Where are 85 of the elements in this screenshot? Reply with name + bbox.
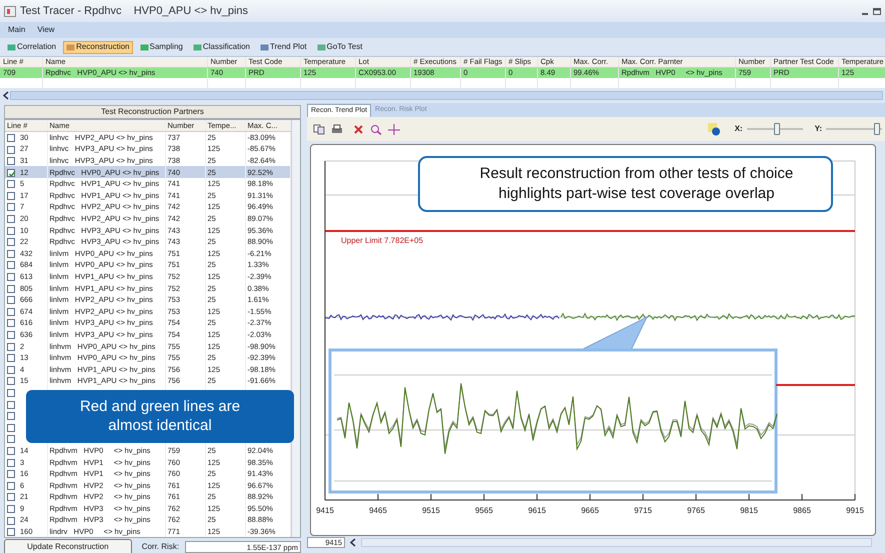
slider[interactable] <box>826 122 882 136</box>
square-icon <box>140 42 148 52</box>
axis-label: 9865 <box>793 506 811 515</box>
panel-title: Test Reconstruction Partners <box>4 105 301 119</box>
checkbox[interactable] <box>7 238 15 246</box>
slider[interactable] <box>746 122 803 136</box>
checkbox[interactable] <box>7 146 15 154</box>
checkbox[interactable] <box>7 388 15 397</box>
axis-label: 9515 <box>422 506 440 515</box>
checkbox[interactable] <box>7 493 15 502</box>
slider-thumb[interactable] <box>874 123 880 135</box>
scroll-left-icon[interactable] <box>2 91 10 100</box>
axis-label: 9915 <box>846 506 864 515</box>
upper-limit-label: Upper Limit 7.782E+05 <box>341 236 424 245</box>
checkbox[interactable] <box>7 134 15 142</box>
square-icon <box>66 42 76 52</box>
delete-icon[interactable] <box>353 124 364 134</box>
checkbox[interactable] <box>7 226 15 235</box>
checkbox[interactable] <box>7 446 15 455</box>
window-title: Test Tracer - Rpdhvc HVP0_APU <> hv_pins <box>20 4 248 19</box>
checkbox[interactable] <box>7 250 15 258</box>
callout: Red and green lines are almost identical <box>26 390 294 443</box>
axis-label: 9715 <box>634 506 652 515</box>
square-icon <box>7 42 16 52</box>
axis-label: 9565 <box>475 506 493 515</box>
checkbox[interactable] <box>7 504 15 513</box>
slider-label: Y: <box>814 123 822 135</box>
zoom-icon[interactable] <box>370 124 382 134</box>
copy-icon[interactable] <box>313 124 325 134</box>
toolbar-button[interactable]: Correlation <box>4 40 60 54</box>
checkbox[interactable] <box>7 366 15 374</box>
axis-label: 9665 <box>581 506 599 515</box>
toolbar-button[interactable]: Reconstruction <box>63 40 132 54</box>
toolbar-button[interactable]: GoTo Test <box>314 40 366 54</box>
axis-label: 9415 <box>316 506 334 515</box>
axis-label: 9465 <box>369 506 387 515</box>
slider-thumb[interactable] <box>774 123 780 135</box>
square-icon <box>192 42 202 52</box>
horizontal-scrollbar[interactable] <box>361 538 872 547</box>
callout: Result reconstruction from other tests of choice highlights part-wise test coverage overlap <box>418 156 833 212</box>
corr-risk-label: Corr. Risk: <box>142 541 180 553</box>
checkbox[interactable] <box>7 482 15 490</box>
checkbox[interactable] <box>7 203 15 212</box>
checkbox[interactable] <box>7 168 15 177</box>
help-icon[interactable] <box>706 122 721 136</box>
checkbox[interactable] <box>7 331 15 339</box>
checkbox[interactable] <box>7 528 15 536</box>
checkbox[interactable] <box>7 458 15 467</box>
axis-label: 9765 <box>687 506 705 515</box>
update-reconstruction-button[interactable]: Update Reconstruction <box>4 539 132 553</box>
checkbox[interactable] <box>7 296 15 304</box>
checkbox[interactable] <box>7 261 15 270</box>
checkbox[interactable] <box>7 377 15 386</box>
scroll-left-icon[interactable] <box>349 538 357 547</box>
square-icon <box>316 42 326 52</box>
checkbox[interactable] <box>7 308 15 316</box>
toolbar-button[interactable]: Trend Plot <box>257 40 310 54</box>
checkbox[interactable] <box>7 470 15 478</box>
checkbox[interactable] <box>7 400 15 409</box>
maximize-icon[interactable] <box>873 8 881 14</box>
checkbox[interactable] <box>7 157 15 166</box>
app-icon <box>4 6 16 16</box>
menu-item[interactable]: Main <box>8 24 26 36</box>
toolbar-button[interactable]: Sampling <box>136 40 186 54</box>
menu-item[interactable]: View <box>37 24 55 36</box>
checkbox[interactable] <box>7 215 15 224</box>
checkbox[interactable] <box>7 180 15 188</box>
checkbox[interactable] <box>7 354 15 362</box>
toolbar-button[interactable]: Classification <box>190 40 253 54</box>
checkbox[interactable] <box>7 424 15 432</box>
slider-label: X: <box>734 123 743 135</box>
axis-label: 9615 <box>528 506 546 515</box>
crosshair-icon[interactable] <box>388 124 400 134</box>
square-icon <box>260 42 269 52</box>
checkbox[interactable] <box>7 342 15 351</box>
checkbox[interactable] <box>7 284 15 293</box>
checkbox[interactable] <box>7 435 15 444</box>
checkbox[interactable] <box>7 192 15 200</box>
checkbox[interactable] <box>7 319 15 328</box>
horizontal-scrollbar[interactable] <box>10 91 883 100</box>
axis-label: 9815 <box>740 506 758 515</box>
print-icon[interactable] <box>331 124 343 134</box>
checkbox[interactable] <box>7 516 15 524</box>
checkbox[interactable] <box>7 412 15 420</box>
checkbox[interactable] <box>7 273 15 282</box>
